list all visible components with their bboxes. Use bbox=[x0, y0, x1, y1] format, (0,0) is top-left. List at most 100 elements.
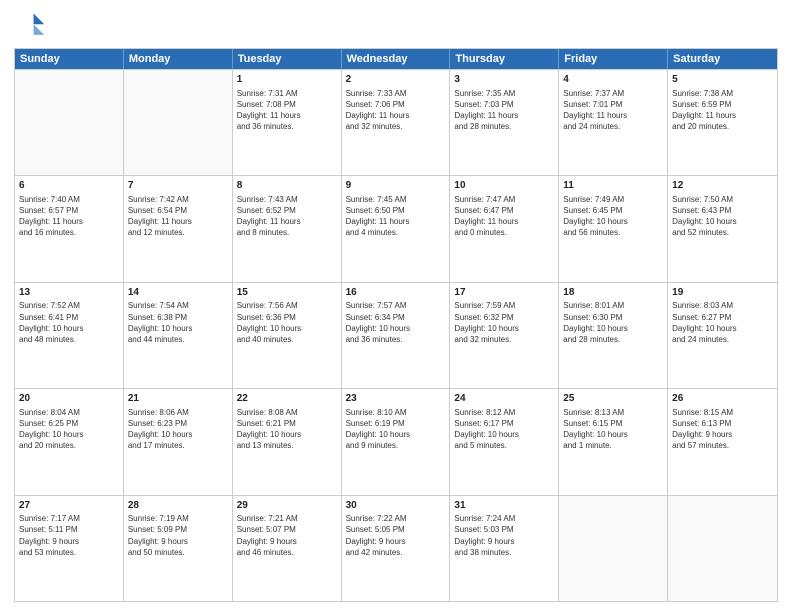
cal-cell: 6Sunrise: 7:40 AM Sunset: 6:57 PM Daylig… bbox=[15, 176, 124, 281]
cell-info: Sunrise: 8:13 AM Sunset: 6:15 PM Dayligh… bbox=[563, 407, 663, 452]
cell-info: Sunrise: 7:38 AM Sunset: 6:59 PM Dayligh… bbox=[672, 88, 773, 133]
day-number: 21 bbox=[128, 392, 228, 406]
day-number: 13 bbox=[19, 286, 119, 300]
cell-info: Sunrise: 8:04 AM Sunset: 6:25 PM Dayligh… bbox=[19, 407, 119, 452]
cell-info: Sunrise: 8:08 AM Sunset: 6:21 PM Dayligh… bbox=[237, 407, 337, 452]
cal-cell: 19Sunrise: 8:03 AM Sunset: 6:27 PM Dayli… bbox=[668, 283, 777, 388]
cal-cell bbox=[15, 70, 124, 175]
cal-cell: 9Sunrise: 7:45 AM Sunset: 6:50 PM Daylig… bbox=[342, 176, 451, 281]
week-row-5: 27Sunrise: 7:17 AM Sunset: 5:11 PM Dayli… bbox=[15, 495, 777, 601]
cal-cell: 24Sunrise: 8:12 AM Sunset: 6:17 PM Dayli… bbox=[450, 389, 559, 494]
week-row-4: 20Sunrise: 8:04 AM Sunset: 6:25 PM Dayli… bbox=[15, 388, 777, 494]
cal-cell: 15Sunrise: 7:56 AM Sunset: 6:36 PM Dayli… bbox=[233, 283, 342, 388]
cell-info: Sunrise: 7:47 AM Sunset: 6:47 PM Dayligh… bbox=[454, 194, 554, 239]
cal-cell: 18Sunrise: 8:01 AM Sunset: 6:30 PM Dayli… bbox=[559, 283, 668, 388]
day-number: 9 bbox=[346, 179, 446, 193]
cell-info: Sunrise: 7:40 AM Sunset: 6:57 PM Dayligh… bbox=[19, 194, 119, 239]
logo-icon bbox=[14, 10, 46, 42]
day-number: 16 bbox=[346, 286, 446, 300]
day-number: 10 bbox=[454, 179, 554, 193]
cal-cell: 20Sunrise: 8:04 AM Sunset: 6:25 PM Dayli… bbox=[15, 389, 124, 494]
cell-info: Sunrise: 7:49 AM Sunset: 6:45 PM Dayligh… bbox=[563, 194, 663, 239]
cal-cell: 3Sunrise: 7:35 AM Sunset: 7:03 PM Daylig… bbox=[450, 70, 559, 175]
day-number: 8 bbox=[237, 179, 337, 193]
day-number: 4 bbox=[563, 73, 663, 87]
cal-cell: 23Sunrise: 8:10 AM Sunset: 6:19 PM Dayli… bbox=[342, 389, 451, 494]
day-number: 7 bbox=[128, 179, 228, 193]
cal-cell: 13Sunrise: 7:52 AM Sunset: 6:41 PM Dayli… bbox=[15, 283, 124, 388]
cell-info: Sunrise: 7:17 AM Sunset: 5:11 PM Dayligh… bbox=[19, 513, 119, 558]
page: SundayMondayTuesdayWednesdayThursdayFrid… bbox=[0, 0, 792, 612]
cal-cell: 27Sunrise: 7:17 AM Sunset: 5:11 PM Dayli… bbox=[15, 496, 124, 601]
header-day-tuesday: Tuesday bbox=[233, 49, 342, 69]
cal-cell: 29Sunrise: 7:21 AM Sunset: 5:07 PM Dayli… bbox=[233, 496, 342, 601]
day-number: 28 bbox=[128, 499, 228, 513]
day-number: 17 bbox=[454, 286, 554, 300]
cell-info: Sunrise: 7:19 AM Sunset: 5:09 PM Dayligh… bbox=[128, 513, 228, 558]
day-number: 29 bbox=[237, 499, 337, 513]
cal-cell: 31Sunrise: 7:24 AM Sunset: 5:03 PM Dayli… bbox=[450, 496, 559, 601]
week-row-2: 6Sunrise: 7:40 AM Sunset: 6:57 PM Daylig… bbox=[15, 175, 777, 281]
cal-cell: 16Sunrise: 7:57 AM Sunset: 6:34 PM Dayli… bbox=[342, 283, 451, 388]
cell-info: Sunrise: 7:56 AM Sunset: 6:36 PM Dayligh… bbox=[237, 300, 337, 345]
cell-info: Sunrise: 7:35 AM Sunset: 7:03 PM Dayligh… bbox=[454, 88, 554, 133]
cell-info: Sunrise: 7:45 AM Sunset: 6:50 PM Dayligh… bbox=[346, 194, 446, 239]
day-number: 20 bbox=[19, 392, 119, 406]
cell-info: Sunrise: 7:57 AM Sunset: 6:34 PM Dayligh… bbox=[346, 300, 446, 345]
cal-cell: 4Sunrise: 7:37 AM Sunset: 7:01 PM Daylig… bbox=[559, 70, 668, 175]
cal-cell: 21Sunrise: 8:06 AM Sunset: 6:23 PM Dayli… bbox=[124, 389, 233, 494]
day-number: 14 bbox=[128, 286, 228, 300]
cal-cell bbox=[668, 496, 777, 601]
header-day-thursday: Thursday bbox=[450, 49, 559, 69]
logo bbox=[14, 10, 48, 42]
day-number: 11 bbox=[563, 179, 663, 193]
cell-info: Sunrise: 7:43 AM Sunset: 6:52 PM Dayligh… bbox=[237, 194, 337, 239]
day-number: 3 bbox=[454, 73, 554, 87]
day-number: 1 bbox=[237, 73, 337, 87]
cal-cell: 22Sunrise: 8:08 AM Sunset: 6:21 PM Dayli… bbox=[233, 389, 342, 494]
cell-info: Sunrise: 8:03 AM Sunset: 6:27 PM Dayligh… bbox=[672, 300, 773, 345]
cal-cell: 2Sunrise: 7:33 AM Sunset: 7:06 PM Daylig… bbox=[342, 70, 451, 175]
cal-cell: 30Sunrise: 7:22 AM Sunset: 5:05 PM Dayli… bbox=[342, 496, 451, 601]
header-day-friday: Friday bbox=[559, 49, 668, 69]
cell-info: Sunrise: 8:01 AM Sunset: 6:30 PM Dayligh… bbox=[563, 300, 663, 345]
calendar-header: SundayMondayTuesdayWednesdayThursdayFrid… bbox=[15, 49, 777, 69]
cell-info: Sunrise: 8:15 AM Sunset: 6:13 PM Dayligh… bbox=[672, 407, 773, 452]
cal-cell bbox=[559, 496, 668, 601]
cal-cell: 28Sunrise: 7:19 AM Sunset: 5:09 PM Dayli… bbox=[124, 496, 233, 601]
cal-cell: 14Sunrise: 7:54 AM Sunset: 6:38 PM Dayli… bbox=[124, 283, 233, 388]
cell-info: Sunrise: 7:42 AM Sunset: 6:54 PM Dayligh… bbox=[128, 194, 228, 239]
cell-info: Sunrise: 7:59 AM Sunset: 6:32 PM Dayligh… bbox=[454, 300, 554, 345]
header-day-sunday: Sunday bbox=[15, 49, 124, 69]
cal-cell: 1Sunrise: 7:31 AM Sunset: 7:08 PM Daylig… bbox=[233, 70, 342, 175]
cal-cell: 25Sunrise: 8:13 AM Sunset: 6:15 PM Dayli… bbox=[559, 389, 668, 494]
day-number: 24 bbox=[454, 392, 554, 406]
calendar-body: 1Sunrise: 7:31 AM Sunset: 7:08 PM Daylig… bbox=[15, 69, 777, 601]
day-number: 22 bbox=[237, 392, 337, 406]
cell-info: Sunrise: 7:37 AM Sunset: 7:01 PM Dayligh… bbox=[563, 88, 663, 133]
day-number: 31 bbox=[454, 499, 554, 513]
cal-cell: 11Sunrise: 7:49 AM Sunset: 6:45 PM Dayli… bbox=[559, 176, 668, 281]
cell-info: Sunrise: 7:31 AM Sunset: 7:08 PM Dayligh… bbox=[237, 88, 337, 133]
cell-info: Sunrise: 7:50 AM Sunset: 6:43 PM Dayligh… bbox=[672, 194, 773, 239]
day-number: 25 bbox=[563, 392, 663, 406]
cal-cell: 26Sunrise: 8:15 AM Sunset: 6:13 PM Dayli… bbox=[668, 389, 777, 494]
cal-cell: 8Sunrise: 7:43 AM Sunset: 6:52 PM Daylig… bbox=[233, 176, 342, 281]
day-number: 18 bbox=[563, 286, 663, 300]
cal-cell: 10Sunrise: 7:47 AM Sunset: 6:47 PM Dayli… bbox=[450, 176, 559, 281]
header-day-saturday: Saturday bbox=[668, 49, 777, 69]
day-number: 15 bbox=[237, 286, 337, 300]
cal-cell bbox=[124, 70, 233, 175]
day-number: 2 bbox=[346, 73, 446, 87]
cell-info: Sunrise: 7:21 AM Sunset: 5:07 PM Dayligh… bbox=[237, 513, 337, 558]
cal-cell: 12Sunrise: 7:50 AM Sunset: 6:43 PM Dayli… bbox=[668, 176, 777, 281]
cell-info: Sunrise: 7:24 AM Sunset: 5:03 PM Dayligh… bbox=[454, 513, 554, 558]
day-number: 26 bbox=[672, 392, 773, 406]
day-number: 19 bbox=[672, 286, 773, 300]
day-number: 12 bbox=[672, 179, 773, 193]
header-day-wednesday: Wednesday bbox=[342, 49, 451, 69]
calendar: SundayMondayTuesdayWednesdayThursdayFrid… bbox=[14, 48, 778, 602]
week-row-1: 1Sunrise: 7:31 AM Sunset: 7:08 PM Daylig… bbox=[15, 69, 777, 175]
cal-cell: 7Sunrise: 7:42 AM Sunset: 6:54 PM Daylig… bbox=[124, 176, 233, 281]
day-number: 30 bbox=[346, 499, 446, 513]
